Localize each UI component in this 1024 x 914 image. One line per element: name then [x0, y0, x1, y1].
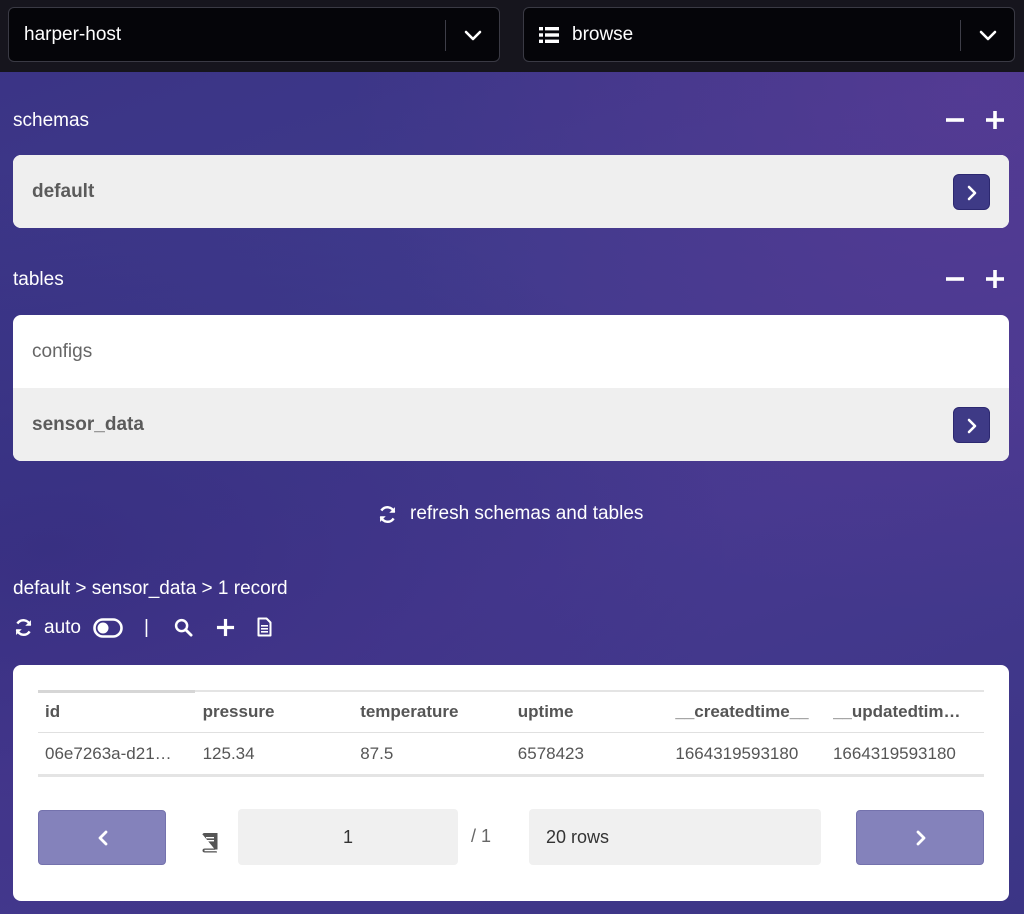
- schema-item-default[interactable]: default: [13, 155, 1009, 228]
- top-bar: harper-host browse: [0, 0, 1024, 72]
- chevron-right-icon: [916, 830, 926, 846]
- tables-heading: tables: [13, 269, 64, 290]
- view-select-value: browse: [572, 23, 634, 45]
- open-table-button[interactable]: [953, 407, 990, 443]
- table-cell: 1664319593180: [832, 743, 956, 763]
- select-divider: [445, 20, 446, 51]
- refresh-icon: [379, 505, 396, 523]
- book-icon: [202, 833, 218, 853]
- refresh-schemas-button[interactable]: refresh schemas and tables: [377, 503, 643, 525]
- records-table: id pressure temperature uptime __created…: [38, 690, 984, 777]
- schema-item-label: default: [32, 180, 95, 202]
- breadcrumb: default > sensor_data > 1 record: [13, 578, 288, 599]
- add-table-icon[interactable]: [984, 268, 1006, 290]
- previous-page-button[interactable]: [38, 810, 166, 865]
- page-number-input[interactable]: 1: [238, 809, 458, 865]
- table-cell: 1664319593180: [675, 743, 799, 763]
- column-header-uptime[interactable]: uptime: [511, 692, 669, 732]
- column-header-pressure[interactable]: pressure: [196, 692, 354, 732]
- next-page-button[interactable]: [856, 810, 984, 865]
- column-header-id[interactable]: id: [38, 692, 196, 732]
- records-panel: id pressure temperature uptime __created…: [13, 665, 1009, 901]
- refresh-icon[interactable]: [13, 617, 34, 638]
- table-item-configs[interactable]: configs: [13, 315, 1009, 388]
- table-header-row: id pressure temperature uptime __created…: [38, 690, 984, 733]
- view-select[interactable]: browse: [523, 7, 1015, 62]
- host-select[interactable]: harper-host: [8, 7, 500, 62]
- select-divider: [960, 20, 961, 51]
- refresh-label: refresh schemas and tables: [410, 503, 644, 524]
- chevron-right-icon: [967, 185, 977, 201]
- table-item-sensor-data[interactable]: sensor_data: [13, 388, 1009, 461]
- auto-refresh-toggle[interactable]: [93, 618, 123, 638]
- table-cell: 6578423: [517, 743, 584, 763]
- chevron-down-icon[interactable]: [974, 22, 1002, 50]
- tables-list: configs sensor_data: [13, 315, 1009, 461]
- open-schema-button[interactable]: [953, 174, 990, 210]
- list-icon: [539, 26, 559, 43]
- page-total: / 1: [471, 826, 492, 846]
- column-header-temperature[interactable]: temperature: [353, 692, 511, 732]
- remove-schema-icon[interactable]: [944, 109, 966, 131]
- host-select-value: harper-host: [24, 23, 122, 45]
- chevron-right-icon: [967, 418, 977, 434]
- table-item-label: configs: [32, 340, 93, 362]
- csv-file-icon[interactable]: [257, 617, 272, 637]
- add-record-icon[interactable]: [216, 618, 235, 637]
- table-cell: 125.34: [202, 743, 255, 763]
- table-item-label: sensor_data: [32, 413, 144, 435]
- rows-per-page-value: 20 rows: [546, 826, 610, 847]
- schemas-list: default: [13, 155, 1009, 228]
- rows-per-page-select[interactable]: 20 rows: [529, 809, 821, 865]
- add-schema-icon[interactable]: [984, 109, 1006, 131]
- auto-refresh-label: auto: [44, 617, 81, 638]
- table-cell: 06e7263a-d21…: [45, 743, 172, 763]
- remove-table-icon[interactable]: [944, 268, 966, 290]
- toolbar-divider: |: [144, 617, 149, 638]
- table-row[interactable]: 06e7263a-d21… 125.34 87.5 6578423 166431…: [38, 733, 984, 777]
- search-icon[interactable]: [174, 618, 193, 637]
- table-toolbar: auto |: [13, 615, 313, 641]
- schemas-heading: schemas: [13, 110, 90, 131]
- chevron-down-icon[interactable]: [459, 22, 487, 50]
- table-cell: 87.5: [360, 743, 394, 763]
- chevron-left-icon: [98, 830, 108, 846]
- column-header-createdtime[interactable]: __createdtime__: [668, 692, 826, 732]
- column-header-updatedtime[interactable]: __updatedtim…: [826, 692, 984, 732]
